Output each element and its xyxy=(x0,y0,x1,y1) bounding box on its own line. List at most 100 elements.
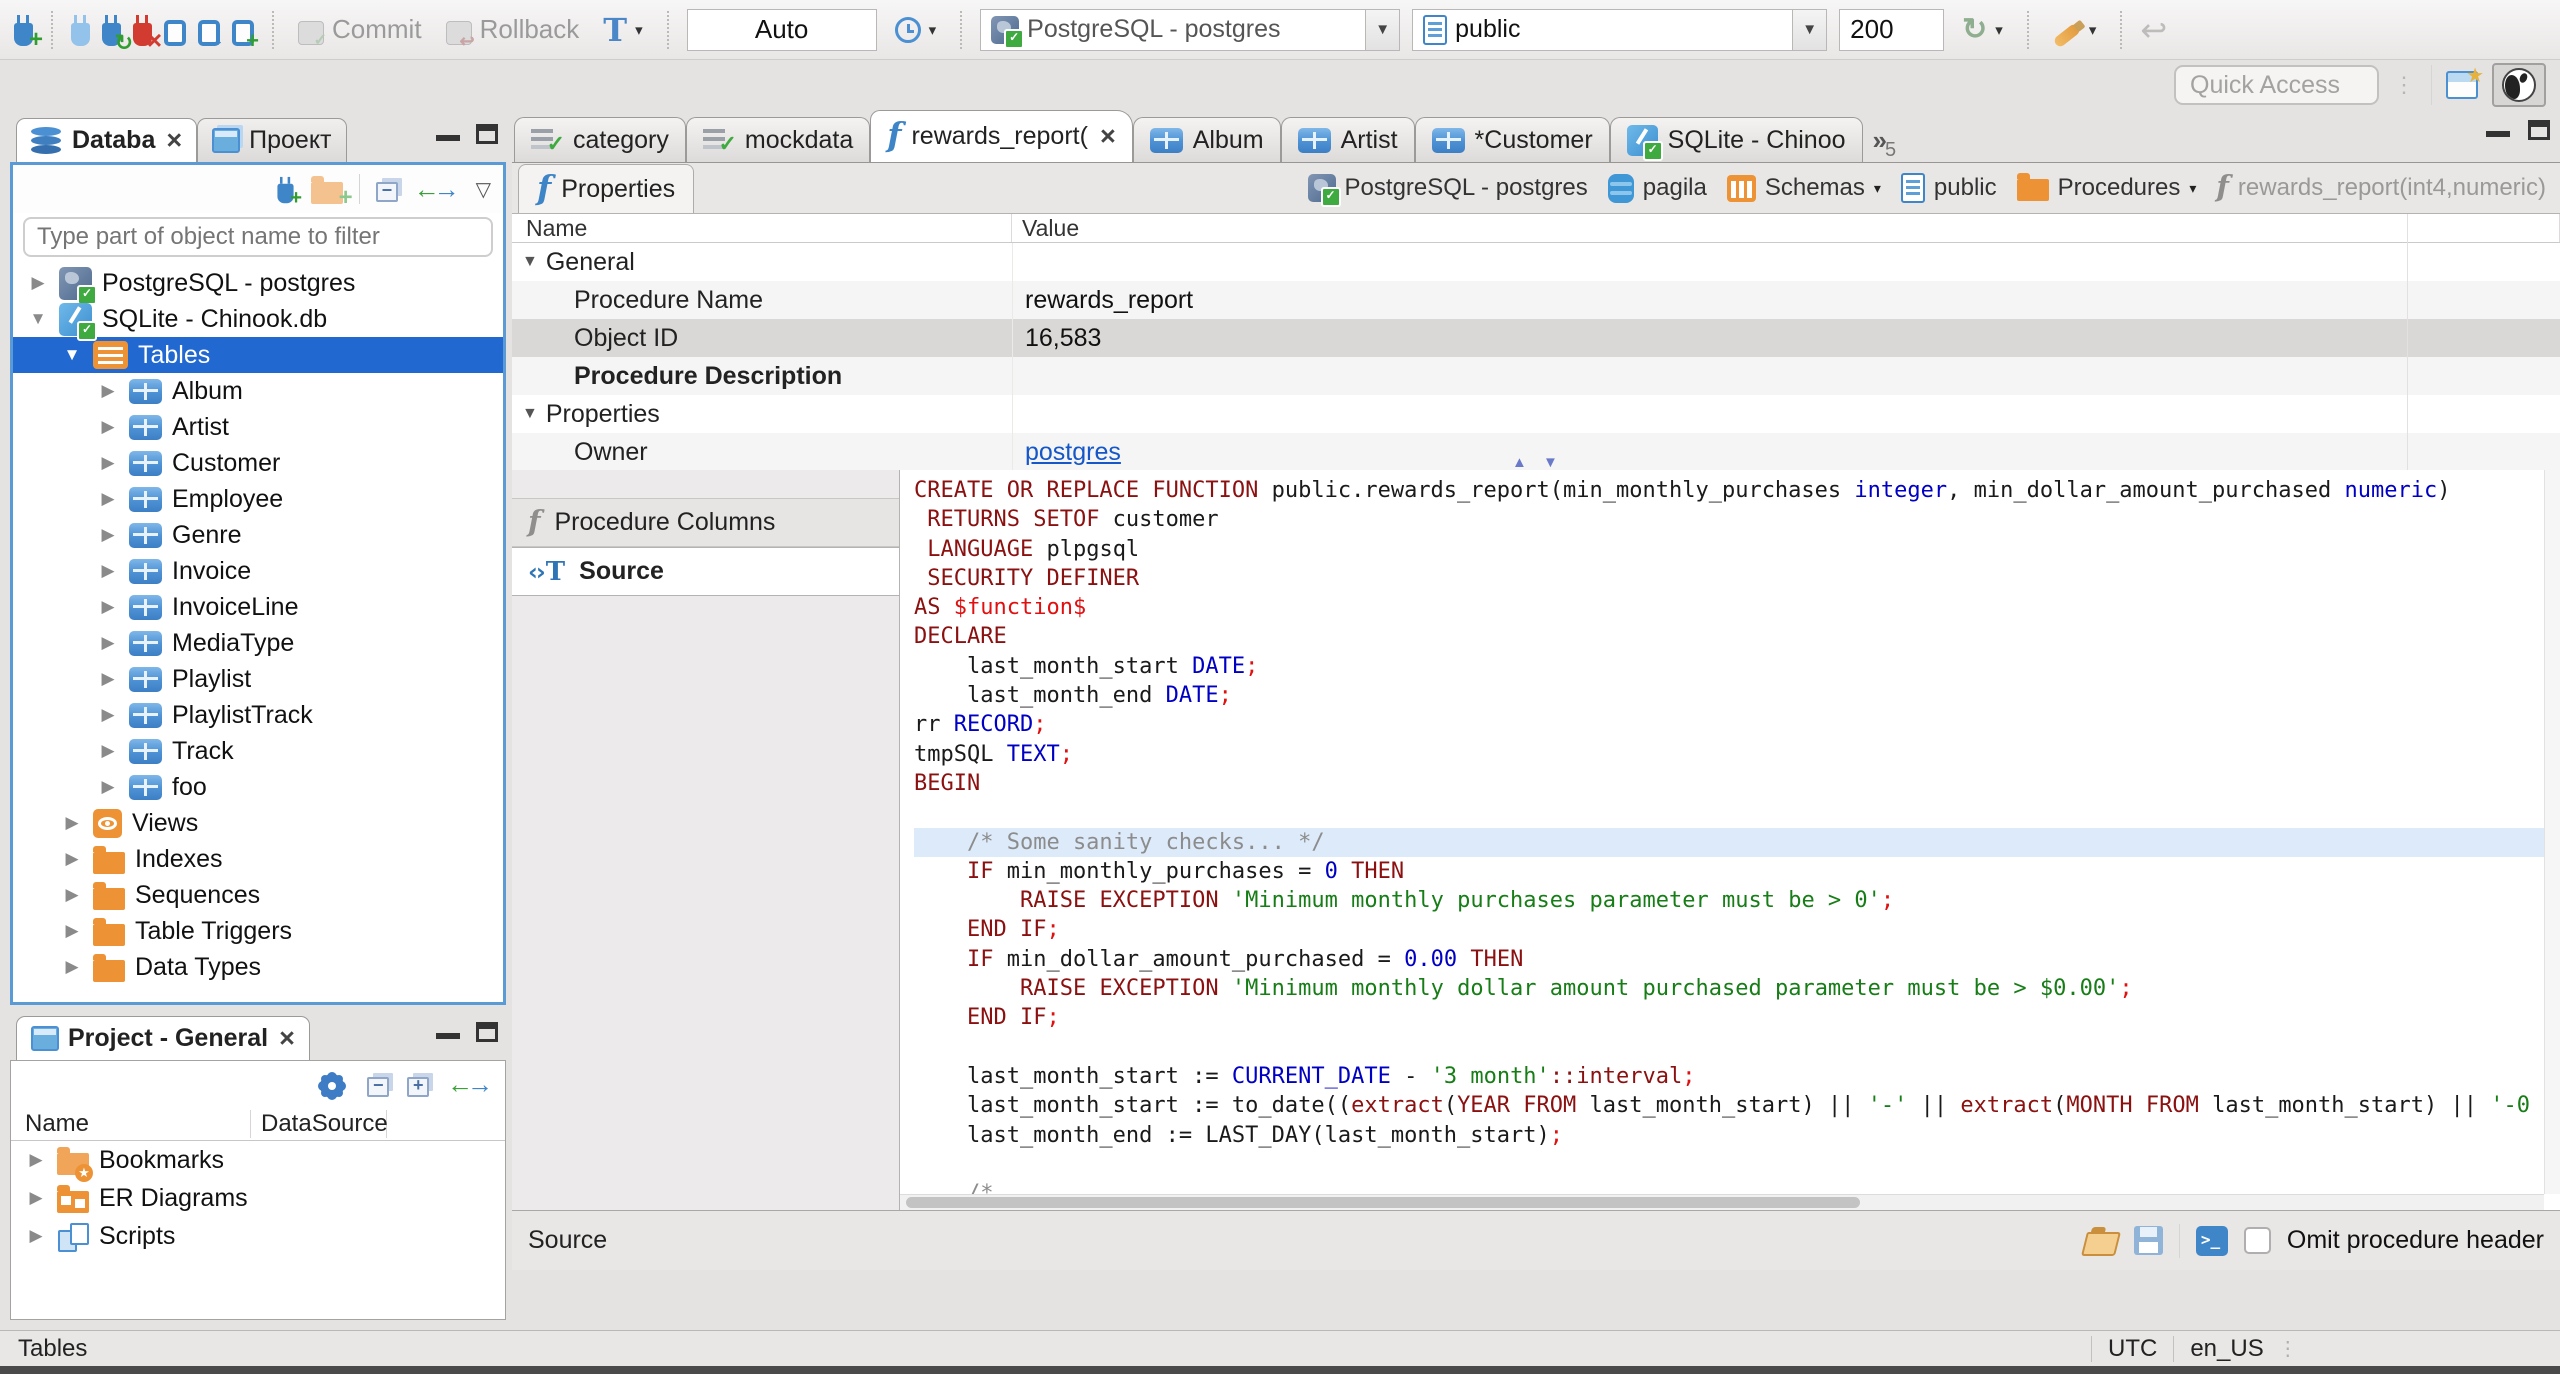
link-with-editor-icon[interactable]: ←→ xyxy=(414,174,460,205)
close-icon[interactable]: × xyxy=(1100,121,1116,152)
expander-arrow[interactable]: ▶ xyxy=(61,849,83,869)
expander-arrow[interactable]: ▶ xyxy=(97,705,119,725)
tree-item[interactable]: ▶ PostgreSQL - postgres xyxy=(13,265,503,305)
property-row[interactable]: ▼ General xyxy=(512,243,2560,281)
tab-database-navigator[interactable]: Databa × xyxy=(16,118,198,162)
tab-project-general[interactable]: Project - General × xyxy=(16,1016,310,1060)
editor-subtab[interactable]: Source xyxy=(512,547,899,596)
minimize-icon[interactable] xyxy=(2486,131,2510,137)
dropdown-caret-icon[interactable]: ▾ xyxy=(2189,180,2196,197)
tree-item[interactable]: ▶ Views xyxy=(13,805,503,841)
tree-item[interactable]: ▶ Invoice xyxy=(13,553,503,589)
omit-header-checkbox[interactable] xyxy=(2243,1227,2271,1254)
transaction-log-button[interactable]: ▾ xyxy=(597,6,648,54)
expander-arrow[interactable]: ▶ xyxy=(97,633,119,653)
editor-tab[interactable]: *Customer xyxy=(1414,117,1610,162)
expander-arrow[interactable]: ▶ xyxy=(61,813,83,833)
tab-properties[interactable]: Properties xyxy=(518,164,695,213)
project-item[interactable]: ▶ Scripts xyxy=(11,1217,505,1255)
project-item[interactable]: ▶ ER Diagrams xyxy=(11,1179,505,1217)
timezone-indicator[interactable]: UTC xyxy=(2108,1335,2157,1363)
expander-arrow[interactable]: ▶ xyxy=(97,669,119,689)
expander-arrow[interactable]: ▶ xyxy=(97,525,119,545)
quick-access-input[interactable]: Quick Access xyxy=(2174,65,2379,105)
breadcrumb-item[interactable]: Procedures ▾ xyxy=(2016,173,2196,202)
refresh-button[interactable]: ▾ xyxy=(1956,6,2009,54)
expander-arrow[interactable]: ▶ xyxy=(97,741,119,761)
tab-projects[interactable]: Проект xyxy=(197,118,347,162)
link-with-editor-icon[interactable]: ←→ xyxy=(447,1069,493,1100)
breadcrumb-item[interactable]: pagila xyxy=(1607,173,1707,203)
expander-arrow[interactable]: ▶ xyxy=(25,1188,47,1208)
editor-tab[interactable]: category xyxy=(514,117,686,162)
column-datasource[interactable]: DataSource xyxy=(251,1109,388,1138)
sql-editor-icon[interactable] xyxy=(164,19,186,46)
expander-arrow[interactable]: ▶ xyxy=(97,417,119,437)
expander-arrow[interactable]: ▶ xyxy=(97,561,119,581)
maximize-icon[interactable] xyxy=(2528,120,2550,140)
maximize-icon[interactable] xyxy=(476,124,498,144)
editor-tab[interactable]: mockdata xyxy=(685,117,871,162)
new-connection-icon[interactable] xyxy=(277,176,302,210)
expander-arrow[interactable]: ▶ xyxy=(97,597,119,617)
tree-item[interactable]: ▶ Sequences xyxy=(13,877,503,913)
commit-button[interactable]: Commit xyxy=(292,6,428,54)
expander-arrow[interactable]: ▶ xyxy=(97,489,119,509)
view-menu-icon[interactable]: ▽ xyxy=(476,177,491,202)
tree-item[interactable]: ▶ foo xyxy=(13,769,503,805)
tree-item[interactable]: ▶ Track xyxy=(13,733,503,769)
breadcrumb-item[interactable]: Schemas ▾ xyxy=(1726,174,1881,202)
tree-item[interactable]: ▶ PlaylistTrack xyxy=(13,697,503,733)
group-arrow-icon[interactable]: ▼ xyxy=(522,253,538,271)
expander-arrow[interactable]: ▶ xyxy=(61,957,83,977)
property-row[interactable]: Object ID 16,583 xyxy=(512,319,2560,357)
expander-arrow[interactable]: ▶ xyxy=(27,273,49,293)
editor-tab[interactable]: rewards_report( × xyxy=(870,110,1133,162)
column-value[interactable]: Value xyxy=(1012,214,2560,242)
scrollbar-thumb[interactable] xyxy=(906,1197,1860,1208)
load-from-file-icon[interactable] xyxy=(2080,1231,2121,1256)
collapse-all-icon[interactable] xyxy=(367,1075,389,1097)
save-to-file-icon[interactable] xyxy=(2133,1226,2163,1255)
new-connection-icon[interactable] xyxy=(14,14,43,54)
source-viewer[interactable]: CREATE OR REPLACE FUNCTION public.reward… xyxy=(900,470,2560,1210)
dbeaver-perspective-button[interactable] xyxy=(2492,63,2546,107)
horizontal-scrollbar[interactable] xyxy=(900,1194,2544,1210)
vertical-scrollbar[interactable] xyxy=(2544,470,2560,1194)
new-sql-editor-icon[interactable] xyxy=(232,19,259,54)
editor-tab[interactable]: SQLite - Chinoo xyxy=(1609,117,1863,162)
maximize-icon[interactable] xyxy=(476,1022,498,1042)
dropdown-caret-icon[interactable]: ▾ xyxy=(1874,180,1881,197)
tree-item[interactable]: ▶ Album xyxy=(13,373,503,409)
object-filter-field[interactable] xyxy=(37,223,491,251)
property-row[interactable]: ▼ Properties xyxy=(512,395,2560,433)
object-filter-input[interactable] xyxy=(23,217,493,257)
column-name[interactable]: Name xyxy=(512,214,1012,242)
gear-icon[interactable] xyxy=(320,1074,344,1098)
owner-link[interactable]: postgres xyxy=(1025,438,1121,467)
tab-overflow-button[interactable]: » 5 xyxy=(1873,125,1897,162)
expander-arrow[interactable]: ▶ xyxy=(61,921,83,941)
new-folder-icon[interactable] xyxy=(310,175,353,212)
expander-arrow[interactable]: ▶ xyxy=(97,777,119,797)
property-row[interactable]: Procedure Description xyxy=(512,357,2560,395)
schema-dropdown-icon[interactable]: ▼ xyxy=(1792,9,1827,50)
expander-arrow[interactable]: ▶ xyxy=(97,381,119,401)
connection-select[interactable]: PostgreSQL - postgres ▼ xyxy=(980,8,1401,51)
format-button[interactable]: ▾ xyxy=(2047,6,2103,54)
close-icon[interactable]: × xyxy=(166,125,182,156)
property-row[interactable]: Procedure Name rewards_report xyxy=(512,281,2560,319)
tree-item[interactable]: ▶ Customer xyxy=(13,445,503,481)
tree-item[interactable]: ▶ Table Triggers xyxy=(13,913,503,949)
schema-select[interactable]: public ▼ xyxy=(1412,8,1828,51)
group-arrow-icon[interactable]: ▼ xyxy=(522,405,538,423)
expand-all-icon[interactable] xyxy=(407,1075,429,1097)
disconnect-icon[interactable] xyxy=(133,14,162,56)
collapse-all-icon[interactable] xyxy=(375,180,398,202)
splitter-handle[interactable]: ▲ ▼ xyxy=(1512,454,1564,471)
column-name[interactable]: Name xyxy=(11,1109,251,1138)
tree-item[interactable]: ▶ Employee xyxy=(13,481,503,517)
minimize-icon[interactable] xyxy=(436,1033,460,1039)
source-code[interactable]: CREATE OR REPLACE FUNCTION public.reward… xyxy=(914,476,2544,1194)
tree-item[interactable]: ▶ MediaType xyxy=(13,625,503,661)
